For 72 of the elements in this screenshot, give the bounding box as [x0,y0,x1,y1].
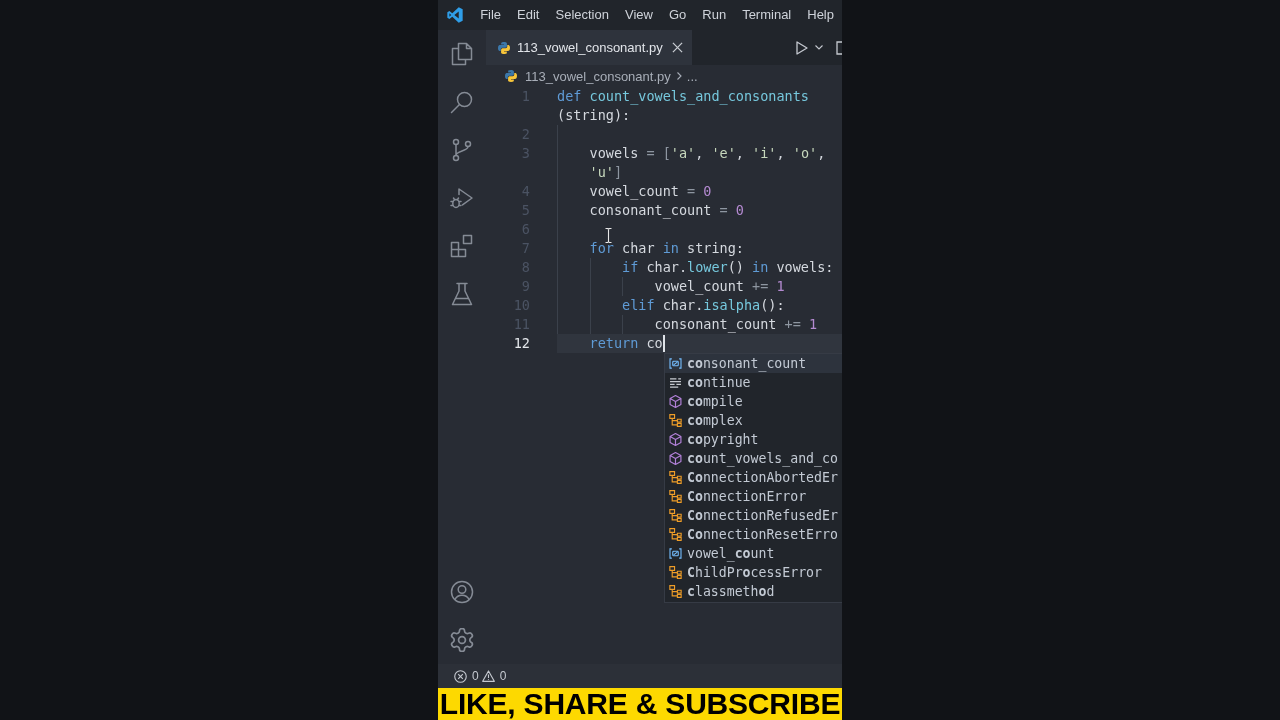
hierarchy-icon [669,414,682,427]
play-icon[interactable] [796,40,808,55]
code-line: 'u'] [589,163,623,182]
suggestion-item[interactable]: ConnectionError [665,487,842,506]
cube-icon [669,433,682,446]
bracket-icon[interactable] [836,40,842,55]
search-icon[interactable] [450,90,474,114]
files-icon[interactable] [450,42,474,66]
suggestion-item[interactable]: count_vowels_and_co [665,449,842,468]
branch-icon[interactable] [450,138,474,162]
suggestion-item[interactable]: complex [665,411,842,430]
menu-item[interactable]: Selection [547,0,617,30]
python-file-icon [498,41,510,54]
suggestion-item[interactable]: continue [665,373,842,392]
hierarchy-icon [669,566,682,579]
problems-button[interactable]: 0 0 [448,664,516,688]
hierarchy-icon [669,528,682,541]
suggestion-item[interactable]: ChildProcessError [665,563,842,582]
editor-tab[interactable]: 113_vowel_consonant.py [486,30,692,65]
brackets-icon [669,358,682,369]
menu-item[interactable]: Edit [509,0,548,30]
suggestion-item[interactable]: ConnectionResetErro [665,525,842,544]
code-line: vowels = ['a', 'e', 'i', 'o', [589,144,826,163]
python-file-icon [505,70,517,82]
chevron-down-icon[interactable] [815,45,823,50]
menu-item[interactable]: Help [799,0,842,30]
warning-icon [481,670,495,682]
blocks-icon[interactable] [450,234,474,258]
vscode-logo-icon[interactable] [447,7,464,23]
suggestion-item[interactable]: classmethod [665,582,842,601]
code-line: return co [589,334,663,353]
code-line: elif char.isalpha(): [622,296,785,315]
code-line: vowel_count = 0 [589,182,712,201]
hierarchy-icon [669,585,682,598]
brackets-icon [669,548,682,559]
code-line: def count_vowels_and_consonants [557,87,809,106]
hierarchy-icon [669,471,682,484]
chevron-right-icon [676,72,682,80]
menu-item[interactable]: File [472,0,510,30]
play-bug-icon[interactable] [450,186,474,210]
subscribe-banner: LIKE, SHARE & SUBSCRIBE [438,688,842,720]
suggestion-item[interactable]: consonant_count [665,354,842,373]
code-line: if char.lower() in vowels: [622,258,834,277]
cube-icon [669,395,682,408]
menu-item[interactable]: Terminal [734,0,800,30]
suggestion-item[interactable]: vowel_count [665,544,842,563]
suggestion-item[interactable]: ConnectionRefusedEr [665,506,842,525]
hierarchy-icon [669,490,682,503]
suggestion-item[interactable]: copyright [665,430,842,449]
cube-icon [669,452,682,465]
flask-icon[interactable] [450,282,474,306]
breadcrumb-item[interactable]: ... [686,68,698,84]
menu-item[interactable]: Run [694,0,735,30]
menu-item[interactable]: View [616,0,661,30]
code-line: for char in string: [589,239,744,258]
error-icon [454,669,467,683]
code-line: (string): [557,106,631,125]
settings-icon[interactable] [450,628,474,652]
i-beam-cursor-icon [605,228,612,243]
code-line: consonant_count += 1 [654,315,818,334]
user-circle-icon[interactable] [450,580,474,604]
lines-icon [669,377,682,388]
hierarchy-icon [669,509,682,522]
suggestion-item[interactable]: compile [665,392,842,411]
code-line: vowel_count += 1 [654,277,785,296]
breadcrumb-item[interactable]: 113_vowel_consonant.py [505,68,671,84]
text-caret [662,335,665,352]
suggestion-item[interactable]: ConnectionAbortedEr [665,468,842,487]
code-line: consonant_count = 0 [589,201,744,220]
close-icon[interactable] [671,42,683,53]
menu-item[interactable]: Go [660,0,695,30]
line-number: 12 [513,334,530,353]
